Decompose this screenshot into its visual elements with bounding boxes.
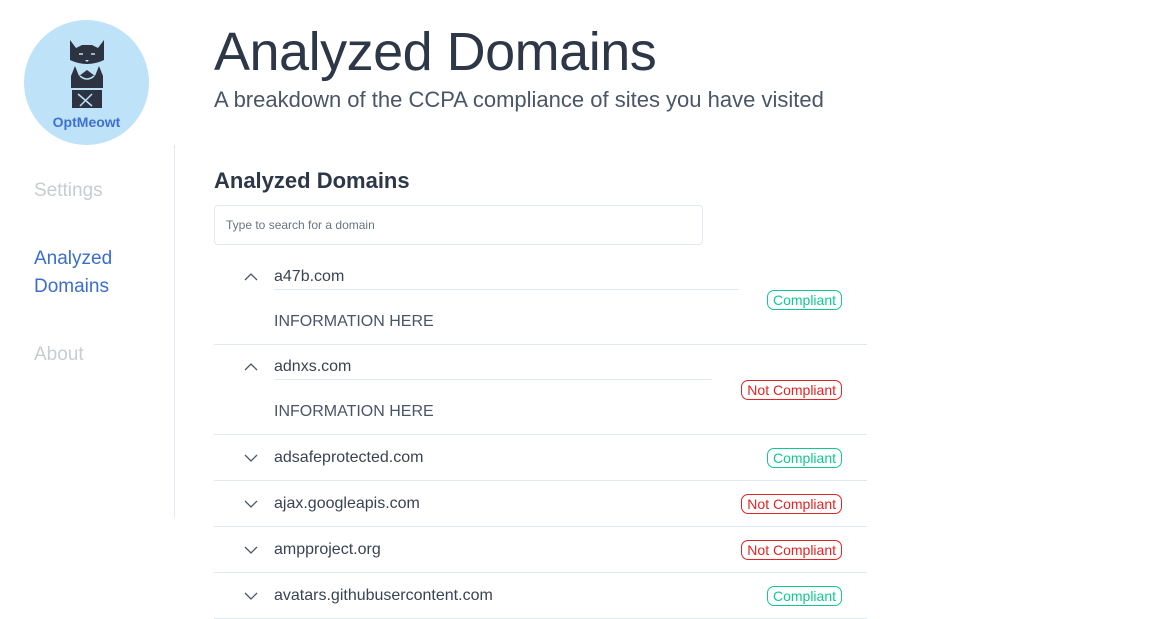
- domain-name: adnxs.com: [274, 358, 352, 375]
- logo-text: OptMeowt: [52, 114, 121, 130]
- status-badge: Compliant: [766, 448, 842, 468]
- domain-divider: [274, 379, 712, 380]
- domain-row[interactable]: adnxs.com INFORMATION HERE Not Compliant: [214, 345, 867, 435]
- sidebar-divider: [174, 145, 175, 518]
- status-badge: Compliant: [766, 586, 842, 606]
- domain-row[interactable]: avatars.githubusercontent.com Compliant: [214, 573, 867, 619]
- status-badge: Not Compliant: [741, 380, 842, 400]
- page-title: Analyzed Domains: [214, 22, 657, 82]
- domain-name: a47b.com: [274, 268, 345, 285]
- domain-info: INFORMATION HERE: [274, 313, 434, 330]
- logo: OptMeowt: [24, 20, 149, 145]
- page-subtitle: A breakdown of the CCPA compliance of si…: [214, 87, 824, 112]
- chevron-down-icon[interactable]: [244, 545, 258, 555]
- section-title: Analyzed Domains: [214, 168, 410, 193]
- status-badge: Not Compliant: [741, 494, 842, 514]
- chevron-down-icon[interactable]: [244, 591, 258, 601]
- domain-name: ajax.googleapis.com: [274, 495, 420, 512]
- chevron-down-icon[interactable]: [244, 453, 258, 463]
- domain-name: avatars.githubusercontent.com: [274, 587, 493, 604]
- domain-row[interactable]: adsafeprotected.com Compliant: [214, 435, 867, 481]
- status-badge: Compliant: [766, 290, 842, 310]
- domain-row[interactable]: ajax.googleapis.com Not Compliant: [214, 481, 867, 527]
- domain-name: ampproject.org: [274, 541, 381, 558]
- domain-divider: [274, 289, 739, 290]
- domain-name: adsafeprotected.com: [274, 449, 424, 466]
- domain-row[interactable]: ampproject.org Not Compliant: [214, 527, 867, 573]
- domain-list: a47b.com INFORMATION HERE Compliant adnx…: [214, 255, 867, 619]
- nav-item-settings[interactable]: Settings: [34, 177, 103, 205]
- chevron-down-icon[interactable]: [244, 499, 258, 509]
- nav-item-analyzed-domains[interactable]: Analyzed Domains: [34, 245, 164, 301]
- nav-item-about[interactable]: About: [34, 341, 84, 369]
- chevron-up-icon[interactable]: [244, 362, 258, 372]
- status-badge: Not Compliant: [741, 540, 842, 560]
- domain-info: INFORMATION HERE: [274, 403, 434, 420]
- cat-icon: [70, 40, 104, 108]
- domain-row[interactable]: a47b.com INFORMATION HERE Compliant: [214, 255, 867, 345]
- domain-search-input[interactable]: [214, 205, 703, 245]
- chevron-up-icon[interactable]: [244, 272, 258, 282]
